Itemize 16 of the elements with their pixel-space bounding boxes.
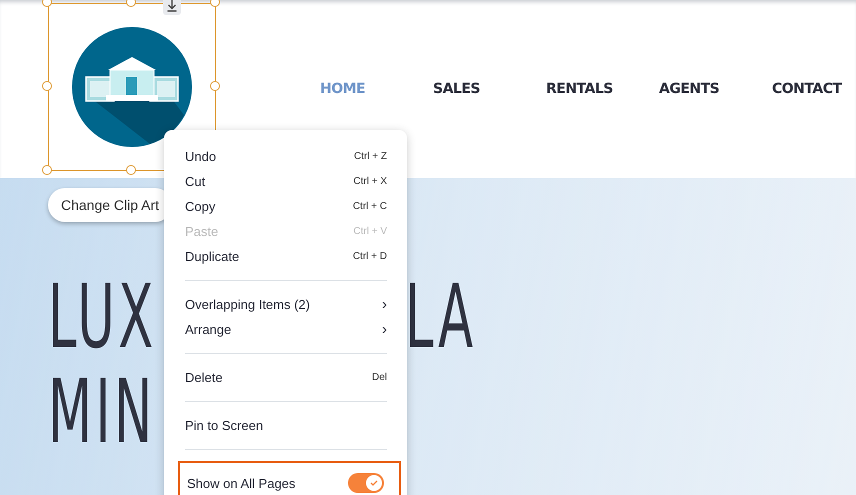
menu-item[interactable]: Cut Ctrl + X (178, 169, 387, 194)
hero-heading: LUX (48, 270, 157, 363)
hero-heading: LA (405, 270, 476, 363)
nav-link[interactable]: SALES (433, 81, 480, 97)
nav-link[interactable]: RENTALS (546, 81, 613, 97)
submenu-item[interactable]: Overlapping Items (2) › (178, 292, 387, 317)
menu-item[interactable]: Pin to Screen (178, 413, 387, 438)
menu-toggle-item[interactable]: Show on All Pages (178, 461, 401, 495)
hero-heading: MIN (48, 365, 156, 458)
nav-link[interactable]: AGENTS (659, 81, 720, 97)
submenu-item[interactable]: Arrange › (178, 317, 387, 342)
menu-item[interactable]: Copy Ctrl + C (178, 194, 387, 219)
menu-item[interactable]: Duplicate Ctrl + D (178, 244, 387, 269)
menu-item[interactable]: Undo Ctrl + Z (178, 144, 387, 169)
menu-item[interactable]: Delete Del (178, 365, 387, 390)
nav-link[interactable]: CONTACT (772, 81, 842, 97)
